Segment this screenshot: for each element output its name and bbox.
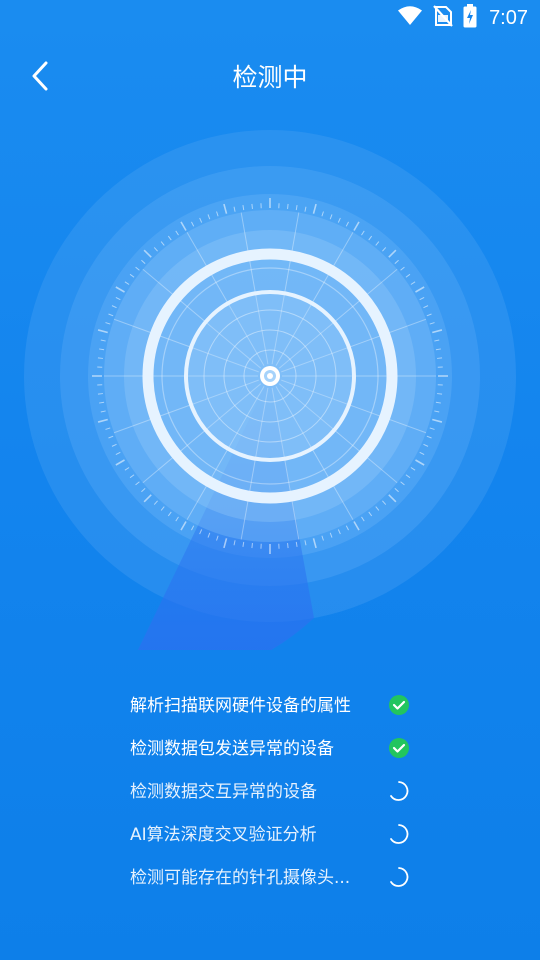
- status-icons: 7:07: [397, 4, 528, 32]
- checklist-item-ai-analysis: AI算法深度交叉验证分析: [130, 813, 420, 856]
- page-title: 检测中: [232, 63, 308, 92]
- wifi-icon: [397, 6, 423, 30]
- radar-scanner: [0, 110, 540, 685]
- check-circle-icon: [388, 737, 410, 759]
- checklist-label: 解析扫描联网硬件设备的属性: [130, 695, 351, 716]
- loading-spinner-icon: [388, 823, 410, 845]
- status-bar: 7:07: [0, 0, 540, 36]
- no-sim-icon: [433, 5, 453, 31]
- checklist-item-interaction-anomaly: 检测数据交互异常的设备: [130, 770, 420, 813]
- checklist-item-parse-hardware: 解析扫描联网硬件设备的属性: [130, 684, 420, 727]
- checklist-label: 检测数据包发送异常的设备: [130, 738, 334, 759]
- status-time: 7:07: [489, 6, 528, 29]
- check-circle-icon: [388, 694, 410, 716]
- checklist-label: AI算法深度交叉验证分析: [130, 824, 317, 845]
- checklist-label: 检测可能存在的针孔摄像头...: [130, 867, 351, 888]
- checklist-item-pinhole-camera: 检测可能存在的针孔摄像头...: [130, 856, 420, 899]
- header: 检测中: [0, 48, 540, 108]
- checklist-label: 检测数据交互异常的设备: [130, 781, 317, 802]
- checklist-item-packet-anomaly: 检测数据包发送异常的设备: [130, 727, 420, 770]
- radar-graphic: [24, 130, 516, 685]
- loading-spinner-icon: [388, 866, 410, 888]
- detection-checklist: 解析扫描联网硬件设备的属性 检测数据包发送异常的设备 检测数据交互异常的设备 A…: [130, 684, 420, 899]
- loading-spinner-icon: [388, 780, 410, 802]
- battery-charging-icon: [463, 4, 477, 32]
